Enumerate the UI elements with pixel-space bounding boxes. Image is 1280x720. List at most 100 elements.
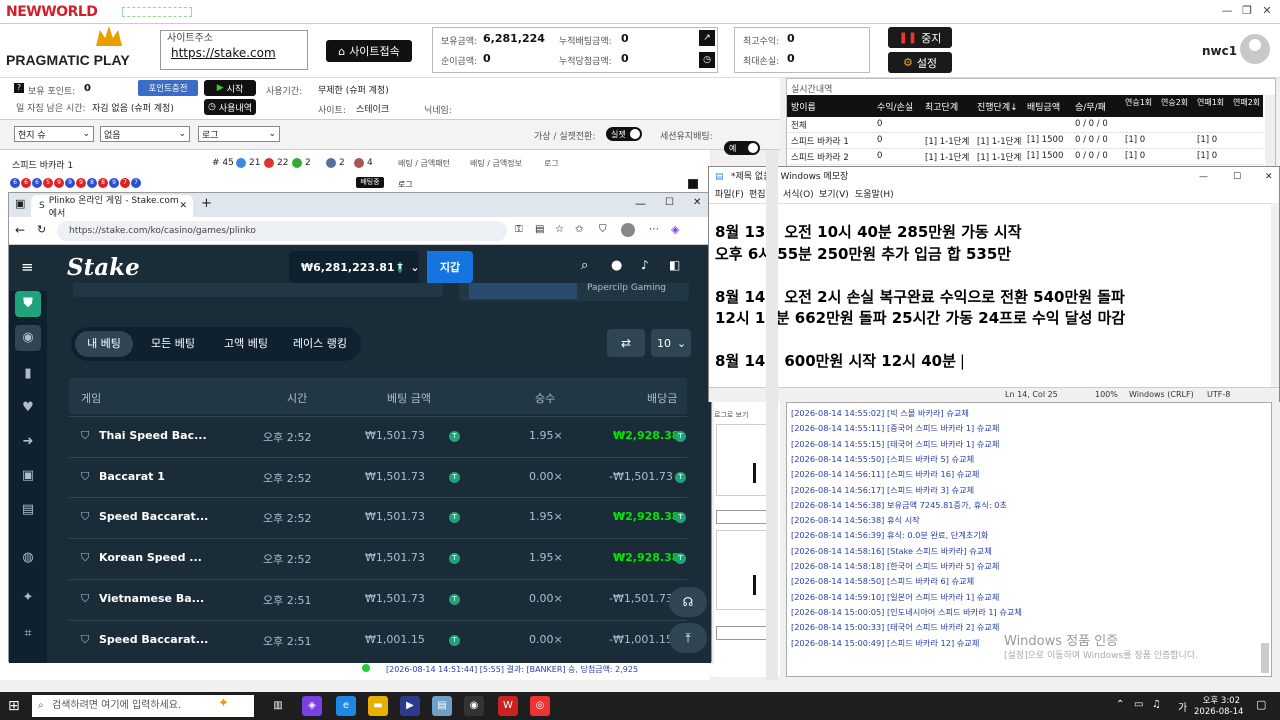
table-row[interactable]: 전체 0 0 / 0 / 0 — [787, 119, 1263, 133]
game-name[interactable]: Vietnamese Ba... — [99, 592, 204, 605]
favorites-icon[interactable]: ✩ — [575, 224, 583, 235]
log-select[interactable]: 로그 ⌄ — [198, 126, 280, 142]
menu-view[interactable]: 보기(V) — [819, 187, 849, 200]
shield-icon[interactable]: ⛊ — [15, 291, 41, 317]
scrollbar[interactable] — [1261, 643, 1269, 673]
game-name[interactable]: Baccarat 1 — [99, 470, 165, 483]
tab-actions-icon[interactable]: ▣ — [15, 197, 25, 210]
shield-icon[interactable]: ⛉ — [599, 224, 607, 235]
sports-icon[interactable]: ◉ — [15, 325, 41, 351]
table-row[interactable]: ⛉ Baccarat 1 오후 2:52 ₩1,501.73 T 0.00× -₩1,501… — [69, 456, 687, 498]
hide-icon[interactable]: ⇄ — [607, 329, 645, 357]
pattern-select[interactable]: 없음 ⌄ — [100, 126, 190, 142]
menu-icon[interactable]: ≡ — [21, 258, 34, 276]
tab-high-rollers[interactable]: 고액 베팅 — [213, 331, 279, 357]
chrome-icon[interactable]: ◎ — [530, 696, 550, 716]
table-row[interactable]: 스피드 바카라 2 0 [1] 1-1단계 [1] 1-1단계 [1] 1500… — [787, 151, 1263, 165]
shoe-select[interactable]: 현지 슈 ⌄ — [14, 126, 94, 142]
page-size-select[interactable]: 10 ⌄ — [651, 329, 691, 357]
document-icon[interactable]: ▤ — [15, 497, 41, 523]
chip-icon[interactable]: ◍ — [15, 545, 41, 571]
newworld-app-icon[interactable]: W — [498, 696, 518, 716]
star-icon[interactable]: ☆ — [555, 224, 564, 235]
game-name[interactable]: Speed Baccarat... — [99, 633, 208, 646]
menu-file[interactable]: 파일(F) — [715, 187, 744, 200]
menu-format[interactable]: 서식(O) — [783, 187, 814, 200]
sidebar-toggle-icon[interactable]: ◧ — [669, 258, 680, 272]
close-tab-icon[interactable]: ✕ — [179, 201, 187, 211]
bookmark-icon[interactable]: ▮ — [15, 361, 41, 387]
tab-bet-info[interactable]: 배팅 / 금액정보 — [470, 158, 522, 169]
volume-icon[interactable]: ♫ — [1152, 699, 1161, 710]
maximize-icon[interactable]: ☐ — [1233, 167, 1241, 187]
scrollbar[interactable] — [766, 150, 778, 680]
session-toggle[interactable]: 예 — [724, 141, 760, 155]
tab-my-bets[interactable]: 내 베팅 — [75, 331, 133, 357]
widget-icon[interactable]: ✦ — [218, 696, 229, 711]
points-charge-button[interactable]: 포인트충전 — [138, 80, 198, 96]
task-view-icon[interactable]: ▥ — [268, 696, 288, 716]
start-button[interactable]: ▶ 시작 — [204, 80, 256, 96]
gift-icon[interactable]: ▣ — [15, 463, 41, 489]
close-icon[interactable]: ✕ — [693, 197, 701, 208]
more-icon[interactable]: ⋯ — [649, 224, 659, 235]
notepad-app-icon[interactable]: ▤ — [432, 696, 452, 716]
key-icon[interactable]: ⚿ — [515, 224, 523, 235]
clock-time[interactable]: 오후 3:02 — [1198, 694, 1240, 706]
tab-all-bets[interactable]: 모든 베팅 — [137, 331, 209, 357]
table-row[interactable]: ⛉ Speed Baccarat... 오후 2:51 ₩1,001.15 T 0.00×… — [69, 619, 687, 661]
minimize-icon[interactable]: — — [635, 197, 646, 210]
clock-icon[interactable]: ◷ — [699, 52, 715, 68]
table-row[interactable]: ⛉ Speed Baccarat... 오후 2:52 ₩1,501.73 T 1.95×… — [69, 497, 687, 538]
stop-button[interactable]: ❚❚ 중지 — [888, 27, 952, 48]
terminal-icon[interactable]: ▶ — [400, 696, 420, 716]
tray-up-icon[interactable]: ⌃ — [1116, 699, 1124, 710]
menu-help[interactable]: 도움말(H) — [855, 187, 894, 200]
balance-display[interactable]: ₩6,281,223.81 T ⌄ — [289, 251, 420, 283]
table-row[interactable]: ⛉ Thai Speed Bac... 오후 2:52 ₩1,501.73 T 1.95×… — [69, 416, 687, 457]
site-connect-button[interactable]: ⌂ 사이트접속 — [326, 40, 412, 62]
log-view-button[interactable]: 로그로 보기 — [714, 410, 760, 422]
network-icon[interactable]: ▭ — [1134, 699, 1143, 710]
bell-icon[interactable]: ♪ — [641, 258, 649, 272]
chart-icon[interactable]: ↗ — [699, 30, 715, 46]
table-row[interactable]: ⛉ Korean Speed ... 오후 2:52 ₩1,501.73 T 1.95× ₩… — [69, 538, 687, 579]
help-icon[interactable]: ? — [14, 83, 24, 93]
table-row[interactable]: 스피드 바카라 1 0 [1] 1-1단계 [1] 1-1단계 [1] 1500… — [787, 135, 1263, 149]
site-url-link[interactable]: https://stake.com — [171, 46, 276, 60]
settings-button[interactable]: ⚙ 설정 — [888, 52, 952, 73]
stats-icon[interactable]: ⌗ — [15, 621, 41, 647]
heart-icon[interactable]: ♥ — [15, 395, 41, 421]
profile-icon[interactable] — [621, 223, 635, 237]
history-button[interactable]: ◷ 사용내역 — [204, 99, 256, 115]
folder-icon[interactable]: ▬ — [368, 696, 388, 716]
back-icon[interactable]: ← — [15, 223, 25, 237]
maximize-icon[interactable]: ☐ — [665, 197, 674, 208]
minimize-icon[interactable]: — — [1199, 167, 1208, 187]
user-icon[interactable]: ● — [611, 258, 622, 273]
clock-date[interactable]: 2026-08-14 — [1194, 707, 1243, 717]
virtual-toggle[interactable]: 실젯 — [606, 127, 642, 141]
scroll-top-icon[interactable]: ⤒ — [669, 623, 707, 653]
arrow-right-icon[interactable]: ➜ — [15, 429, 41, 455]
reader-icon[interactable]: ▤ — [535, 224, 544, 235]
browser-tab[interactable]: S Plinko 온라인 게임 - Stake.com에서 ✕ — [31, 195, 193, 219]
obs-icon[interactable]: ◉ — [464, 696, 484, 716]
tab-bet-pattern[interactable]: 배팅 / 금액패턴 — [398, 158, 450, 169]
close-icon[interactable]: ✕ — [1254, 4, 1280, 20]
reload-icon[interactable]: ↻ — [37, 223, 46, 236]
avatar[interactable] — [1240, 34, 1270, 64]
tab-race[interactable]: 레이스 랭킹 — [283, 331, 357, 357]
log-checkbox[interactable] — [688, 179, 698, 189]
notification-icon[interactable]: ▢ — [1256, 698, 1266, 711]
notepad-editor[interactable]: 8월 13일 오전 10시 40분 285만원 가동 시작 오후 6시 55분 … — [709, 203, 1271, 387]
game-name[interactable]: Korean Speed ... — [99, 551, 202, 564]
wallet-button[interactable]: 지갑 — [427, 251, 473, 283]
sparkle-icon[interactable]: ✦ — [15, 585, 41, 611]
promo-card[interactable]: Papercilp Gaming — [459, 283, 689, 301]
tab-log[interactable]: 로그 — [544, 158, 559, 169]
stake-logo[interactable]: Stake — [67, 254, 140, 281]
new-tab-icon[interactable]: + — [201, 196, 212, 211]
scrollbar[interactable] — [1271, 203, 1279, 387]
scrollbar[interactable] — [1265, 95, 1275, 167]
